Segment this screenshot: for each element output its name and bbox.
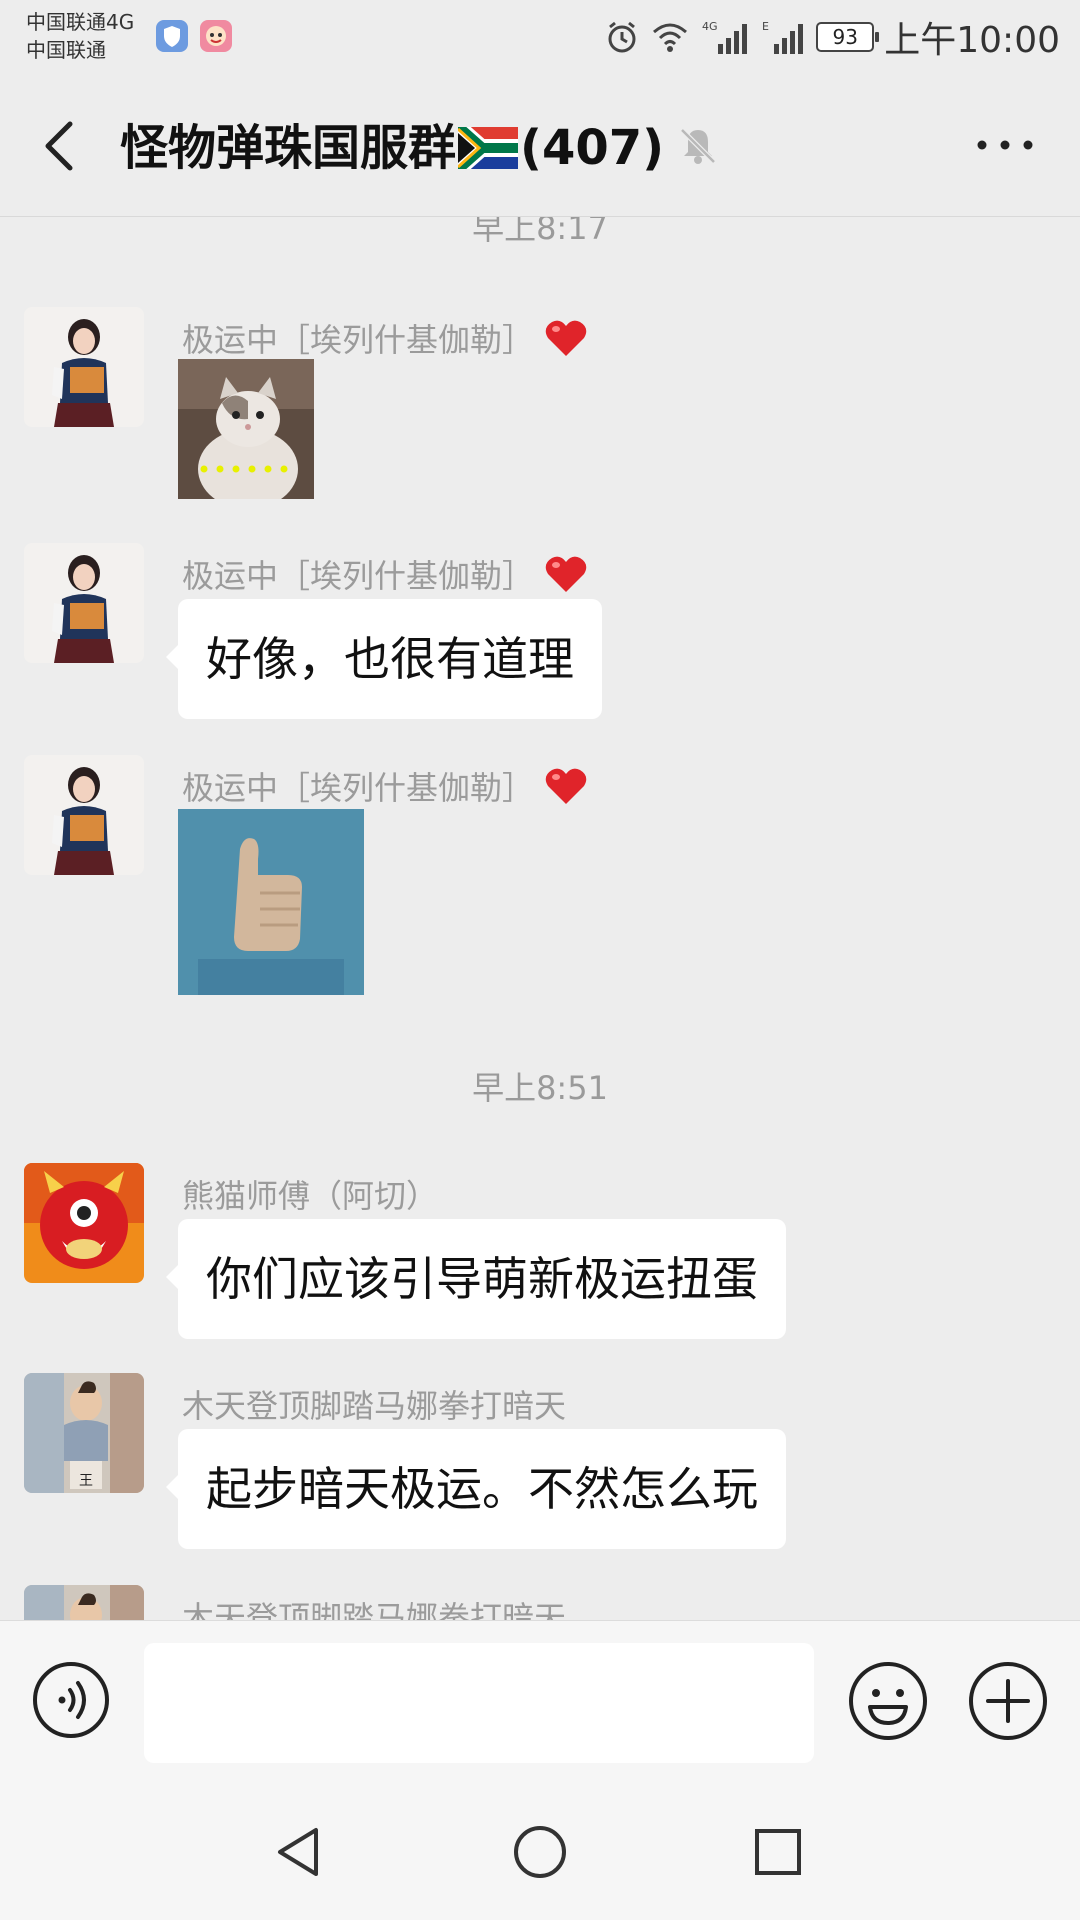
sender-label: 熊猫师傅（阿切） <box>182 1177 439 1215</box>
face-app-icon <box>200 20 232 52</box>
more-horizontal-icon <box>977 140 1033 150</box>
wifi-icon <box>653 23 688 52</box>
back-button[interactable] <box>36 116 86 176</box>
more-button[interactable] <box>970 130 1040 160</box>
sender-name: 熊猫师傅（阿切） <box>182 1171 438 1217</box>
chat-header: 怪物弹珠国服群 (407) <box>0 76 1080 217</box>
nav-back-button[interactable] <box>272 1824 328 1880</box>
sender-label: 木天登顶脚踏马娜拳打暗天 <box>182 1387 567 1425</box>
avatar[interactable] <box>24 307 144 427</box>
nav-recent-button[interactable] <box>752 1826 804 1878</box>
nav-home-button[interactable] <box>510 1822 570 1882</box>
message-list[interactable]: 早上8:17 极运中［埃列什基伽勒］ 极运中［埃列什基伽勒］ 好像，也很有道理 … <box>0 217 1080 1620</box>
sender-name: 极运中［埃列什基伽勒］ <box>182 315 588 361</box>
sender-label: 极运中［埃列什基伽勒］ <box>182 321 535 359</box>
carrier-info: 中国联通4G 中国联通 <box>26 8 134 64</box>
avatar[interactable] <box>24 755 144 875</box>
input-bar <box>0 1620 1080 1781</box>
system-nav-bar <box>0 1780 1080 1920</box>
status-bar: 中国联通4G 中国联通 4G E 93 上午10:00 <box>0 0 1080 76</box>
svg-text:4G: 4G <box>702 20 718 33</box>
heart-icon <box>545 556 587 592</box>
member-count: (407) <box>520 120 665 176</box>
shield-app-icon <box>156 20 188 52</box>
message-bubble[interactable]: 你们应该引导萌新极运扭蛋 <box>166 1219 786 1339</box>
sticker-cat-image[interactable] <box>178 359 314 499</box>
sender-name: 木天登顶脚踏马娜拳打暗天 <box>182 1381 566 1427</box>
plus-circle-icon <box>969 1662 1047 1740</box>
signal-4g-icon: 4G <box>702 20 748 54</box>
sender-name: 木天登顶脚踏马娜拳打暗天 <box>182 1593 566 1620</box>
battery-indicator: 93 <box>816 22 880 52</box>
voice-button[interactable] <box>32 1661 110 1739</box>
timestamp: 早上8:51 <box>472 1069 608 1107</box>
triangle-back-icon <box>278 1828 318 1876</box>
voice-icon <box>33 1662 109 1738</box>
south-africa-flag-icon <box>458 127 519 169</box>
avatar[interactable] <box>24 1585 144 1620</box>
signal-e-icon: E <box>762 20 804 54</box>
message-input[interactable] <box>144 1643 814 1763</box>
sender-label: 木天登顶脚踏马娜拳打暗天 <box>182 1599 567 1620</box>
heart-icon <box>545 768 587 804</box>
clock: 上午10:00 <box>884 20 1060 61</box>
group-name: 怪物弹珠国服群 <box>120 120 457 176</box>
avatar[interactable] <box>24 543 144 663</box>
carrier-line-2: 中国联通 <box>26 38 106 62</box>
square-recent-icon <box>755 1829 801 1875</box>
more-functions-button[interactable] <box>968 1661 1048 1741</box>
status-icons: 4G E 93 上午10:00 <box>604 12 1060 62</box>
circle-home-icon <box>514 1826 566 1878</box>
heart-icon <box>545 320 587 356</box>
bell-off-icon <box>680 128 716 164</box>
sender-label: 极运中［埃列什基伽勒］ <box>182 557 535 595</box>
timestamp: 早上8:17 <box>472 217 608 247</box>
sender-name: 极运中［埃列什基伽勒］ <box>182 551 588 597</box>
avatar[interactable] <box>24 1163 144 1283</box>
sender-name: 极运中［埃列什基伽勒］ <box>182 763 588 809</box>
avatar[interactable]: 王 <box>24 1373 144 1493</box>
mute-indicator <box>676 124 720 168</box>
svg-text:E: E <box>762 20 769 33</box>
svg-text:王: 王 <box>79 1473 93 1489</box>
chevron-left-icon <box>45 121 73 171</box>
sticker-thumbs-up-image[interactable] <box>178 809 364 995</box>
alarm-icon <box>608 21 636 53</box>
message-bubble[interactable]: 起步暗天极运。不然怎么玩 <box>166 1429 786 1549</box>
smiley-icon <box>849 1662 927 1740</box>
message-bubble[interactable]: 好像，也很有道理 <box>166 599 602 719</box>
sender-label: 极运中［埃列什基伽勒］ <box>182 769 535 807</box>
carrier-line-1: 中国联通4G <box>26 10 135 34</box>
group-title: 怪物弹珠国服群 (407) <box>120 110 664 186</box>
emoji-button[interactable] <box>848 1661 928 1741</box>
